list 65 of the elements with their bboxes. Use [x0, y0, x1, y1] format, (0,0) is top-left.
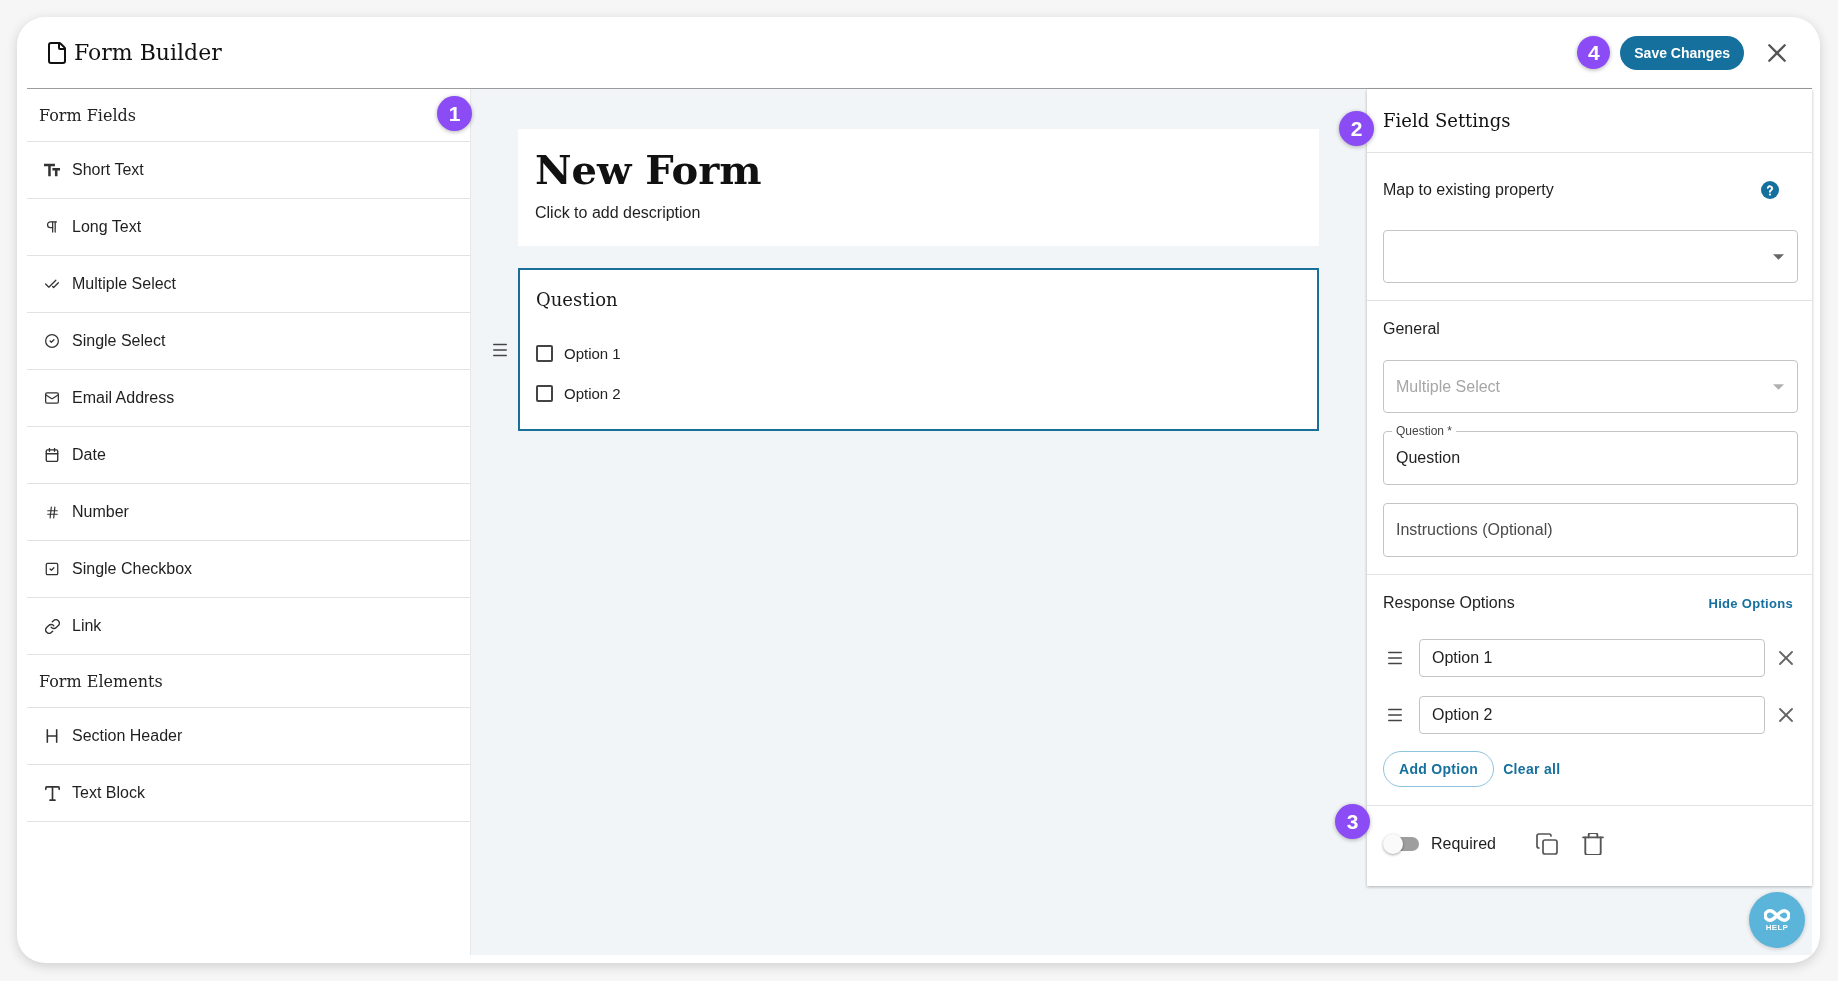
form-title: New Form — [535, 147, 763, 193]
step-marker: 1 — [437, 96, 472, 131]
sidebar-item[interactable]: Text Block — [27, 765, 470, 822]
instructions-field[interactable]: Instructions (Optional) — [1383, 503, 1798, 557]
sidebar-item[interactable]: Section Header — [27, 708, 470, 765]
envelope-icon — [45, 391, 59, 405]
trash-icon[interactable] — [1581, 833, 1604, 855]
question-title: Question — [536, 288, 619, 312]
drag-handle-icon[interactable] — [492, 342, 507, 357]
drag-handle-icon[interactable] — [1388, 651, 1402, 665]
sidebar-item[interactable]: Email Address — [27, 370, 470, 427]
text-size-icon — [44, 162, 60, 178]
calendar-icon — [45, 448, 59, 462]
section-heading: General — [1383, 320, 1440, 338]
checkbox[interactable] — [536, 344, 553, 362]
link-icon — [44, 618, 60, 634]
sidebar-item[interactable]: Long Text — [27, 199, 470, 256]
toggle-switch[interactable] — [1383, 834, 1419, 854]
sidebar-item[interactable]: Multiple Select — [27, 256, 470, 313]
step-marker: 2 — [1339, 111, 1374, 146]
letter-t-icon — [44, 785, 60, 801]
step-marker: 4 — [1577, 36, 1611, 69]
hide-options-link[interactable]: Hide Options — [1708, 595, 1793, 611]
hash-icon — [45, 505, 59, 519]
add-option-button[interactable]: Add Option — [1383, 751, 1495, 787]
window-title: Form Builder — [74, 40, 222, 65]
section-heading: Form Elements — [27, 655, 470, 708]
option-label: Option 2 — [564, 384, 621, 402]
field-type-select: Multiple Select — [1383, 360, 1798, 413]
option-input[interactable]: Option 2 — [1419, 696, 1765, 734]
toggle-label: Required — [1431, 835, 1496, 853]
close-icon[interactable] — [1779, 708, 1793, 722]
option-label: Option 1 — [564, 344, 621, 362]
sidebar-item[interactable]: Single Select — [27, 313, 470, 370]
sidebar-item[interactable]: Link — [27, 598, 470, 655]
infinity-icon — [1764, 908, 1790, 923]
sidebar-item[interactable]: Single Checkbox — [27, 541, 470, 598]
close-icon[interactable] — [1779, 651, 1793, 665]
document-icon — [46, 41, 68, 64]
section-heading: Response Options — [1383, 594, 1515, 612]
double-check-icon — [45, 277, 59, 291]
close-icon — [1768, 43, 1786, 62]
clear-all-link[interactable]: Clear all — [1503, 761, 1561, 777]
drag-handle-icon[interactable] — [1388, 708, 1402, 722]
save-button[interactable]: Save Changes — [1620, 35, 1744, 70]
pilcrow-icon — [45, 220, 59, 234]
caret-icon — [1773, 253, 1784, 260]
sidebar-item[interactable]: Date — [27, 427, 470, 484]
sidebar-item[interactable]: Short Text — [27, 142, 470, 199]
form-description: Click to add description — [535, 203, 702, 223]
caret-icon — [1773, 383, 1784, 390]
panel-title: Field Settings — [1383, 110, 1511, 131]
option-input[interactable]: Option 1 — [1419, 639, 1765, 677]
heading-icon — [45, 729, 59, 743]
copy-icon[interactable] — [1535, 833, 1558, 855]
sidebar-item[interactable]: Number — [27, 484, 470, 541]
floating-label: Question * — [1392, 423, 1457, 439]
check-circle-icon — [45, 334, 59, 348]
field-label: Map to existing property — [1383, 181, 1554, 199]
question-card[interactable]: Question Option 1 Option 2 — [518, 268, 1319, 431]
help-icon[interactable] — [1761, 181, 1779, 199]
close-button[interactable] — [1768, 43, 1786, 62]
step-marker: 3 — [1335, 804, 1370, 839]
checkbox[interactable] — [536, 384, 553, 402]
checkbox-icon — [45, 562, 59, 576]
